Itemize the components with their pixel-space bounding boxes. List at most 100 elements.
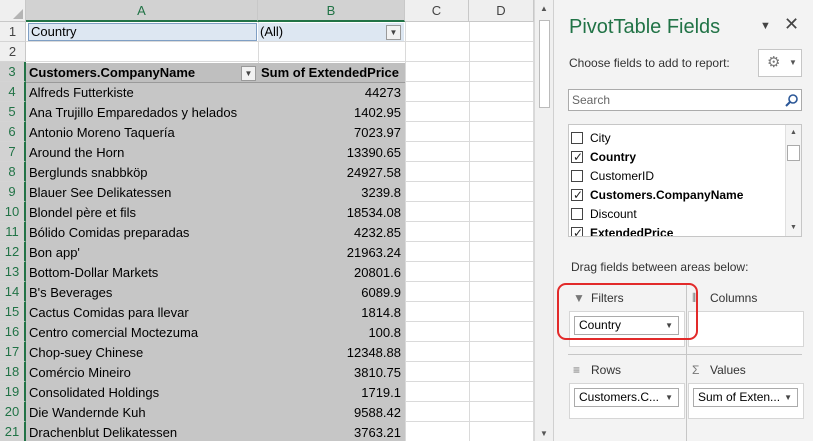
checkbox-unchecked[interactable]: [571, 170, 583, 182]
company-cell[interactable]: Chop-suey Chinese: [26, 343, 258, 363]
field-label: CustomerID: [590, 169, 655, 183]
sum-cell[interactable]: 7023.97: [258, 123, 405, 143]
company-cell[interactable]: Ana Trujillo Emparedados y helados: [26, 103, 258, 123]
row-header[interactable]: 9: [0, 182, 26, 202]
row-header[interactable]: 14: [0, 282, 26, 302]
company-cell[interactable]: Comércio Mineiro: [26, 363, 258, 383]
sum-cell[interactable]: 6089.9: [258, 283, 405, 303]
chevron-down-icon[interactable]: ▼: [784, 389, 792, 406]
filter-value-cell[interactable]: (All): [258, 23, 404, 41]
row-header[interactable]: 1: [0, 22, 26, 42]
close-icon[interactable]: ✕: [784, 14, 799, 35]
field-list-scrollbar[interactable]: ▲ ▼: [785, 125, 801, 236]
chevron-down-icon[interactable]: ▼: [665, 389, 673, 406]
sum-cell[interactable]: 18534.08: [258, 203, 405, 223]
field-search-input[interactable]: Search: [568, 89, 802, 111]
checkbox-unchecked[interactable]: [571, 208, 583, 220]
checkbox-checked[interactable]: ✓: [571, 226, 583, 236]
company-cell[interactable]: Centro comercial Moctezuma: [26, 323, 258, 343]
row-header[interactable]: 18: [0, 362, 26, 382]
row-header[interactable]: 16: [0, 322, 26, 342]
row-header[interactable]: 17: [0, 342, 26, 362]
field-list[interactable]: City ✓ Country CustomerID ✓ Customers.Company…: [568, 124, 802, 237]
company-header-cell[interactable]: Customers.CompanyName: [26, 63, 258, 83]
row-header[interactable]: 5: [0, 102, 26, 122]
company-cell[interactable]: Antonio Moreno Taquería: [26, 123, 258, 143]
company-cell[interactable]: Bólido Comidas preparadas: [26, 223, 258, 243]
sum-cell[interactable]: 1814.8: [258, 303, 405, 323]
row-header[interactable]: 3: [0, 62, 26, 82]
sum-cell[interactable]: 20801.6: [258, 263, 405, 283]
row-header[interactable]: 20: [0, 402, 26, 422]
values-item-sum[interactable]: Sum of Exten... ▼: [693, 388, 798, 407]
filter-label-cell[interactable]: Country: [28, 23, 257, 41]
rows-item-companyname[interactable]: Customers.C... ▼: [574, 388, 679, 407]
company-cell[interactable]: Blondel père et fils: [26, 203, 258, 223]
scroll-up-icon[interactable]: ▲: [786, 126, 801, 140]
checkbox-checked[interactable]: ✓: [571, 150, 583, 164]
sum-cell[interactable]: 12348.88: [258, 343, 405, 363]
sum-cell[interactable]: 44273: [258, 83, 405, 103]
sum-cell[interactable]: 100.8: [258, 323, 405, 343]
row-header[interactable]: 8: [0, 162, 26, 182]
row-header[interactable]: 10: [0, 202, 26, 222]
column-header-a[interactable]: A: [26, 0, 258, 22]
row-header[interactable]: 2: [0, 42, 26, 62]
row-header[interactable]: 19: [0, 382, 26, 402]
company-cell[interactable]: Around the Horn: [26, 143, 258, 163]
row-header[interactable]: 7: [0, 142, 26, 162]
tools-button[interactable]: ⚙ ▼: [758, 49, 802, 77]
row-header[interactable]: 21: [0, 422, 26, 441]
row-header[interactable]: 4: [0, 82, 26, 102]
column-header-c[interactable]: C: [405, 0, 469, 22]
sum-cell[interactable]: 1719.1: [258, 383, 405, 403]
company-cell[interactable]: Berglunds snabbköp: [26, 163, 258, 183]
company-cell[interactable]: Consolidated Holdings: [26, 383, 258, 403]
checkbox-checked[interactable]: ✓: [571, 188, 583, 202]
company-cell[interactable]: Bon app': [26, 243, 258, 263]
sum-cell[interactable]: 3763.21: [258, 423, 405, 441]
chevron-down-icon: ▼: [789, 58, 797, 67]
sum-cell[interactable]: 1402.95: [258, 103, 405, 123]
company-cell[interactable]: Bottom-Dollar Markets: [26, 263, 258, 283]
columns-drop-zone[interactable]: [688, 311, 804, 347]
pane-options-chevron-icon[interactable]: ▼: [760, 20, 771, 32]
scroll-thumb[interactable]: [787, 145, 800, 161]
worksheet[interactable]: A B C D 1 2 3 4 5 6 7 8 9 10 11 12 13 14 15 16 17 18 19 20 2…: [0, 0, 553, 441]
company-filter-dropdown-icon[interactable]: ▼: [241, 66, 256, 81]
row-header[interactable]: 11: [0, 222, 26, 242]
scroll-up-icon[interactable]: ▲: [537, 2, 551, 16]
row-header[interactable]: 6: [0, 122, 26, 142]
scroll-down-icon[interactable]: ▼: [786, 221, 801, 235]
column-header-d[interactable]: D: [469, 0, 534, 22]
sum-cell[interactable]: 3239.8: [258, 183, 405, 203]
company-cell[interactable]: Cactus Comidas para llevar: [26, 303, 258, 323]
sum-cell[interactable]: 4232.85: [258, 223, 405, 243]
values-drop-zone[interactable]: Sum of Exten... ▼: [688, 383, 804, 419]
select-all-corner[interactable]: [0, 0, 26, 22]
sigma-icon: Σ: [692, 363, 700, 377]
sum-cell[interactable]: 9588.42: [258, 403, 405, 423]
rows-drop-zone[interactable]: Customers.C... ▼: [569, 383, 685, 419]
company-cell[interactable]: Alfreds Futterkiste: [26, 83, 258, 103]
column-header-b[interactable]: B: [258, 0, 405, 22]
values-area-label: Values: [710, 363, 746, 377]
sum-cell[interactable]: 13390.65: [258, 143, 405, 163]
scroll-down-icon[interactable]: ▼: [537, 427, 551, 441]
row-header[interactable]: 15: [0, 302, 26, 322]
vertical-scrollbar[interactable]: ▲ ▼: [534, 0, 553, 441]
company-cell[interactable]: B's Beverages: [26, 283, 258, 303]
sum-header-cell[interactable]: Sum of ExtendedPrice: [258, 63, 405, 83]
filter-dropdown-icon[interactable]: ▼: [386, 25, 401, 40]
scroll-thumb[interactable]: [539, 20, 550, 108]
sum-cell[interactable]: 3810.75: [258, 363, 405, 383]
checkbox-unchecked[interactable]: [571, 132, 583, 144]
search-icon[interactable]: [784, 93, 799, 108]
row-header[interactable]: 12: [0, 242, 26, 262]
sum-cell[interactable]: 21963.24: [258, 243, 405, 263]
row-header[interactable]: 13: [0, 262, 26, 282]
sum-cell[interactable]: 24927.58: [258, 163, 405, 183]
company-cell[interactable]: Drachenblut Delikatessen: [26, 423, 258, 441]
company-cell[interactable]: Blauer See Delikatessen: [26, 183, 258, 203]
company-cell[interactable]: Die Wandernde Kuh: [26, 403, 258, 423]
